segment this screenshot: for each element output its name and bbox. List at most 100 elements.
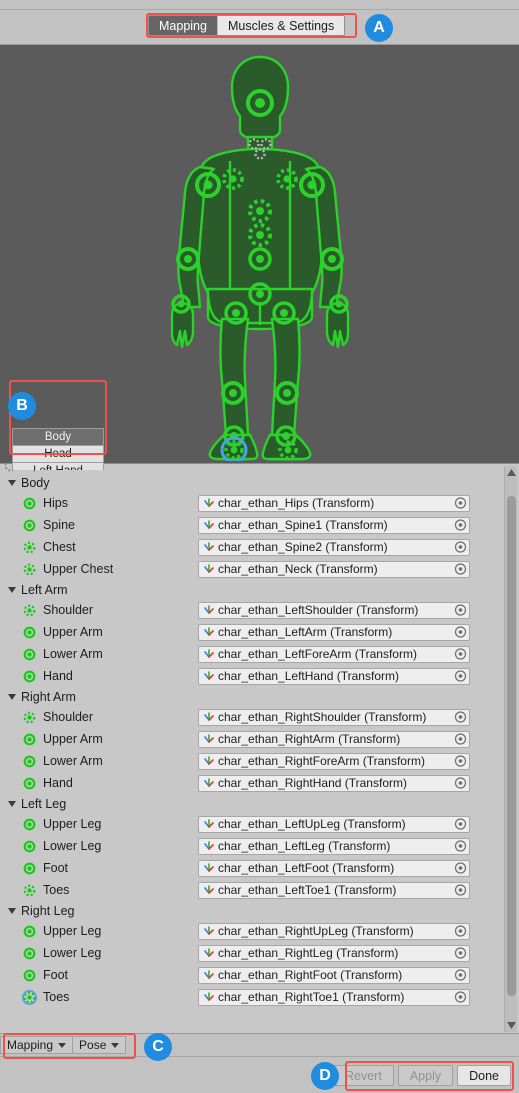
triangle-down-icon[interactable] — [8, 479, 16, 486]
bone-row[interactable]: Hand char_ethan_LeftHand (Transform) — [0, 665, 519, 687]
object-picker-icon[interactable] — [454, 777, 467, 790]
scroll-up-arrow[interactable] — [505, 466, 518, 479]
mapping-menu-button[interactable]: Mapping — [0, 1036, 74, 1054]
bone-transform-field[interactable]: char_ethan_Spine1 (Transform) — [198, 516, 470, 534]
bone-transform-field[interactable]: char_ethan_LeftShoulder (Transform) — [198, 601, 470, 619]
bone-label-cell: Toes — [22, 883, 198, 898]
required-bone-icon — [23, 648, 36, 660]
bone-row[interactable]: Hand char_ethan_RightHand (Transform) — [0, 772, 519, 794]
bone-row[interactable]: Shoulder char_ethan_LeftShoulder (Transfo… — [0, 599, 519, 621]
bone-mapping-list[interactable]: Optional Bone BodyHipschar_ethan_Hips (T… — [0, 463, 519, 1033]
bone-transform-field[interactable]: char_ethan_RightToe1 (Transform) — [198, 988, 470, 1006]
bone-group-header[interactable]: Right Arm — [0, 687, 519, 706]
bone-transform-field[interactable]: char_ethan_RightForeArm (Transform) — [198, 752, 470, 770]
object-picker-icon[interactable] — [454, 541, 467, 554]
bone-transform-field[interactable]: char_ethan_Neck (Transform) — [198, 560, 470, 578]
bone-transform-field[interactable]: char_ethan_RightLeg (Transform) — [198, 944, 470, 962]
bone-label: Spine — [43, 518, 75, 532]
bone-row[interactable]: Toes char_ethan_LeftToe1 (Transform) — [0, 879, 519, 901]
bone-row[interactable]: Toes char_ethan_RightToe1 (Transform) — [0, 986, 519, 1008]
bone-label-cell: Lower Leg — [22, 946, 198, 961]
bone-label-cell: Lower Leg — [22, 839, 198, 854]
bone-transform-field[interactable]: char_ethan_LeftArm (Transform) — [198, 623, 470, 641]
object-picker-icon[interactable] — [454, 711, 467, 724]
bone-transform-field[interactable]: char_ethan_LeftToe1 (Transform) — [198, 881, 470, 899]
object-picker-icon[interactable] — [454, 884, 467, 897]
object-picker-icon[interactable] — [454, 670, 467, 683]
object-picker-icon[interactable] — [454, 947, 467, 960]
bone-transform-field[interactable]: char_ethan_RightArm (Transform) — [198, 730, 470, 748]
bone-row[interactable]: Lower Arm char_ethan_LeftForeArm (Transfo… — [0, 643, 519, 665]
object-picker-icon[interactable] — [454, 755, 467, 768]
bone-row[interactable]: Lower Arm char_ethan_RightForeArm (Transf… — [0, 750, 519, 772]
object-picker-icon[interactable] — [454, 519, 467, 532]
object-picker-icon[interactable] — [454, 818, 467, 831]
bone-row[interactable]: Foot char_ethan_RightFoot (Transform) — [0, 964, 519, 986]
bone-transform-field[interactable]: char_ethan_RightUpLeg (Transform) — [198, 922, 470, 940]
tab-muscles-and-settings[interactable]: Muscles & Settings — [216, 16, 345, 35]
bone-row[interactable]: Upper Leg char_ethan_LeftUpLeg (Transform… — [0, 813, 519, 835]
bone-transform-field[interactable]: char_ethan_LeftFoot (Transform) — [198, 859, 470, 877]
body-part-button-left-hand[interactable]: Left Hand — [12, 462, 104, 470]
object-picker-icon[interactable] — [454, 626, 467, 639]
object-picker-icon[interactable] — [454, 840, 467, 853]
bone-group-header[interactable]: Right Leg — [0, 901, 519, 920]
bone-row[interactable]: Shoulder char_ethan_RightShoulder (Transf… — [0, 706, 519, 728]
bone-row[interactable]: Upper Arm char_ethan_LeftArm (Transform) — [0, 621, 519, 643]
bone-transform-field[interactable]: char_ethan_RightHand (Transform) — [198, 774, 470, 792]
body-part-button-body[interactable]: Body — [12, 428, 104, 445]
object-picker-icon[interactable] — [454, 733, 467, 746]
object-picker-icon[interactable] — [454, 969, 467, 982]
scroll-down-arrow[interactable] — [505, 1019, 518, 1032]
revert-button[interactable]: Revert — [333, 1065, 394, 1086]
bone-transform-field[interactable]: char_ethan_Spine2 (Transform) — [198, 538, 470, 556]
object-picker-icon[interactable] — [454, 563, 467, 576]
optional-bone-icon — [23, 541, 36, 553]
annotation-badge-c: C — [144, 1033, 172, 1061]
bone-transform-field[interactable]: char_ethan_RightShoulder (Transform) — [198, 708, 470, 726]
bone-row[interactable]: Lower Leg char_ethan_RightLeg (Transform) — [0, 942, 519, 964]
tab-mapping[interactable]: Mapping — [149, 16, 217, 35]
transform-gizmo-icon — [204, 756, 214, 765]
bone-row[interactable]: Hips char_ethan_Hips (Transform) — [0, 492, 519, 514]
object-picker-icon[interactable] — [454, 648, 467, 661]
scrollbar-thumb[interactable] — [507, 496, 516, 996]
object-picker-icon[interactable] — [454, 604, 467, 617]
done-button[interactable]: Done — [457, 1065, 511, 1086]
apply-button[interactable]: Apply — [397, 1065, 454, 1086]
bone-group-header[interactable]: Left Leg — [0, 794, 519, 813]
triangle-down-icon[interactable] — [8, 907, 16, 914]
bottom-toolbar: Mapping Pose — [0, 1033, 519, 1057]
bone-transform-field[interactable]: char_ethan_LeftUpLeg (Transform) — [198, 815, 470, 833]
body-part-button-head[interactable]: Head — [12, 445, 104, 462]
bone-group-header[interactable]: Body — [0, 473, 519, 492]
bone-row[interactable]: Upper Arm char_ethan_RightArm (Transform) — [0, 728, 519, 750]
avatar-preview-viewport[interactable]: Body Head Left Hand Right Hand — [0, 45, 519, 470]
triangle-down-icon[interactable] — [8, 693, 16, 700]
bone-transform-field[interactable]: char_ethan_Hips (Transform) — [198, 494, 470, 512]
bone-row[interactable]: Upper Leg char_ethan_RightUpLeg (Transfor… — [0, 920, 519, 942]
bone-group-header[interactable]: Left Arm — [0, 580, 519, 599]
transform-gizmo-icon — [204, 498, 214, 507]
bone-label: Upper Chest — [43, 562, 114, 576]
bone-row[interactable]: Upper Chest char_ethan_Neck (Transform) — [0, 558, 519, 580]
bone-row[interactable]: Foot char_ethan_LeftFoot (Transform) — [0, 857, 519, 879]
bone-row[interactable]: Lower Leg char_ethan_LeftLeg (Transform) — [0, 835, 519, 857]
bone-row[interactable]: Spine char_ethan_Spine1 (Transform) — [0, 514, 519, 536]
bone-label-cell: Lower Arm — [22, 647, 198, 662]
bone-transform-field[interactable]: char_ethan_LeftForeArm (Transform) — [198, 645, 470, 663]
object-picker-icon[interactable] — [454, 862, 467, 875]
object-picker-icon[interactable] — [454, 925, 467, 938]
triangle-down-icon[interactable] — [8, 586, 16, 593]
bone-list-scrollbar[interactable] — [504, 466, 517, 1032]
bone-transform-field[interactable]: char_ethan_LeftHand (Transform) — [198, 667, 470, 685]
bone-row[interactable]: Chest char_ethan_Spine2 (Transform) — [0, 536, 519, 558]
bone-label: Hand — [43, 776, 73, 790]
triangle-down-icon[interactable] — [8, 800, 16, 807]
bone-transform-field[interactable]: char_ethan_RightFoot (Transform) — [198, 966, 470, 984]
bone-label: Upper Arm — [43, 732, 103, 746]
object-picker-icon[interactable] — [454, 497, 467, 510]
object-picker-icon[interactable] — [454, 991, 467, 1004]
pose-menu-button[interactable]: Pose — [72, 1036, 127, 1054]
bone-transform-field[interactable]: char_ethan_LeftLeg (Transform) — [198, 837, 470, 855]
